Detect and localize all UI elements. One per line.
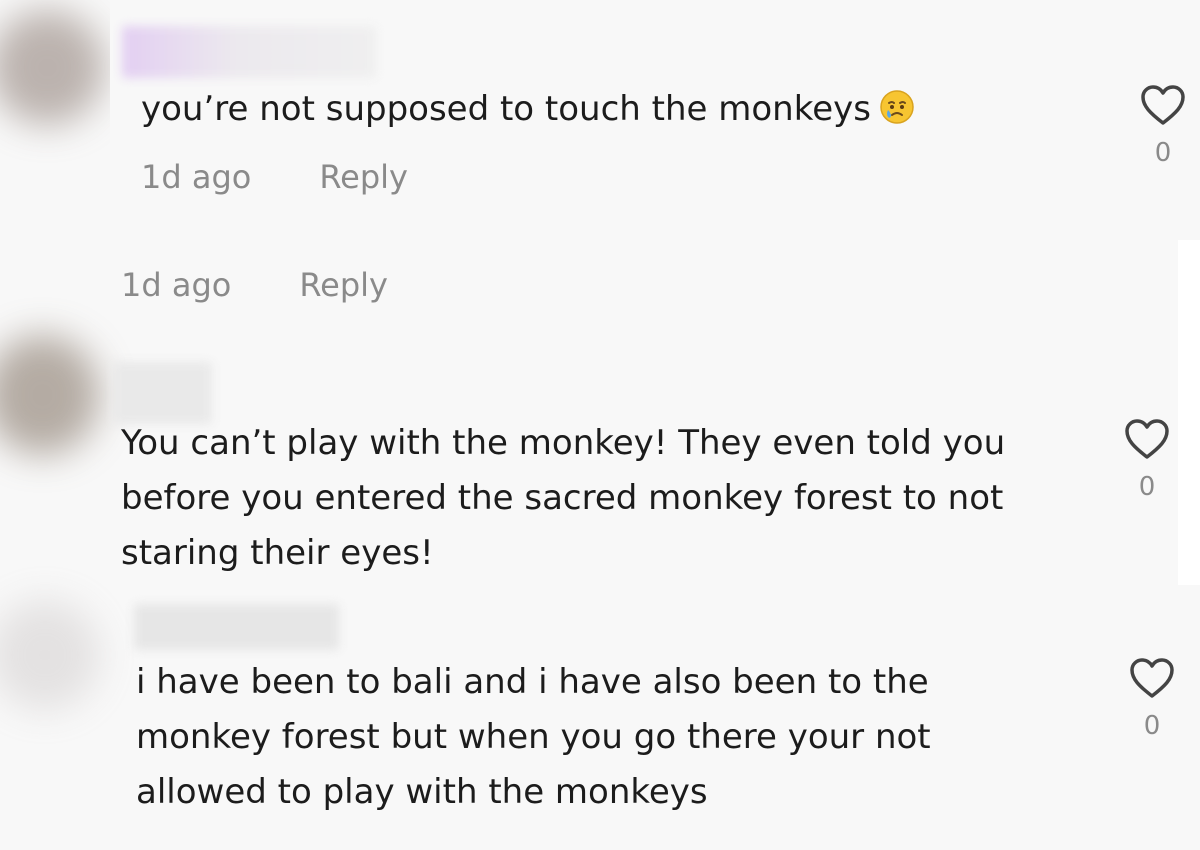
timestamp: 1d ago (141, 158, 252, 196)
comment-text: you’re not supposed to touch the monkeys (141, 82, 915, 137)
timestamp: 1d ago (121, 266, 232, 304)
comment-text-line: staring their eyes! (121, 533, 434, 573)
comment-meta: 1d ago Reply (141, 158, 408, 196)
like-count: 0 (1138, 472, 1156, 502)
like-button[interactable]: 0 (1128, 657, 1176, 741)
comment-text-line: You can’t play with the monkey! They eve… (121, 423, 1006, 463)
reply-button[interactable]: Reply (299, 266, 388, 304)
heart-icon (1130, 658, 1174, 698)
comment-text: You can’t play with the monkey! They eve… (121, 416, 1005, 581)
avatar[interactable] (0, 335, 100, 455)
username-redacted[interactable] (113, 362, 212, 424)
comment-meta: 1d ago Reply (121, 266, 388, 304)
crying-face-icon (880, 90, 914, 124)
username-redacted[interactable] (134, 604, 339, 650)
heart-icon (1141, 85, 1185, 125)
comment-text-line: allowed to play with the monkeys (136, 772, 708, 812)
like-button[interactable]: 0 (1123, 418, 1171, 502)
reply-button[interactable]: Reply (319, 158, 408, 196)
avatar[interactable] (0, 10, 105, 125)
comment-text: i have been to bali and i have also been… (136, 655, 931, 820)
username-redacted[interactable] (122, 26, 376, 78)
heart-icon (1125, 419, 1169, 459)
comment-text-line: i have been to bali and i have also been… (136, 662, 929, 702)
like-button[interactable]: 0 (1139, 84, 1187, 168)
like-count: 0 (1143, 711, 1161, 741)
comment-text-line: monkey forest but when you go there your… (136, 717, 931, 757)
comment-text-line: before you entered the sacred monkey for… (121, 478, 1004, 518)
avatar[interactable] (0, 600, 100, 710)
like-count: 0 (1154, 138, 1172, 168)
